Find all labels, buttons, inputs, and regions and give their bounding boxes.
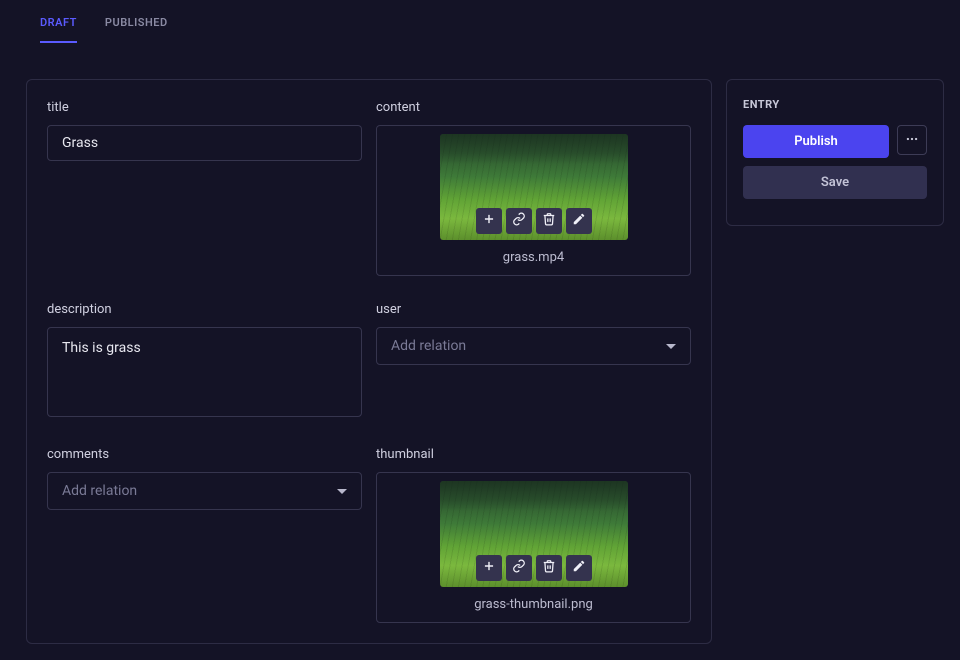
user-relation-select[interactable]: Add relation (376, 327, 691, 365)
trash-icon (542, 212, 556, 230)
pencil-icon (572, 212, 586, 230)
comments-relation-select[interactable]: Add relation (47, 472, 362, 510)
user-label: user (376, 302, 691, 317)
more-actions-button[interactable] (897, 125, 927, 155)
publish-button[interactable]: Publish (743, 125, 889, 158)
link-icon (512, 559, 526, 577)
field-description: description (47, 302, 362, 421)
field-user: user Add relation (376, 302, 691, 421)
main-panel: title content (26, 79, 712, 644)
content-edit-button[interactable] (566, 208, 592, 234)
user-relation-placeholder: Add relation (391, 338, 466, 354)
thumbnail-media-actions (476, 555, 592, 581)
link-icon (512, 212, 526, 230)
thumbnail-filename: grass-thumbnail.png (474, 597, 593, 612)
tab-published[interactable]: PUBLISHED (105, 16, 168, 43)
thumbnail-label: thumbnail (376, 447, 691, 462)
trash-icon (542, 559, 556, 577)
description-label: description (47, 302, 362, 317)
tabs-bar: DRAFT PUBLISHED (0, 0, 960, 43)
content-add-button[interactable] (476, 208, 502, 234)
field-title: title (47, 100, 362, 276)
tab-draft[interactable]: DRAFT (40, 16, 77, 43)
chevron-down-icon (337, 489, 347, 494)
content-link-button[interactable] (506, 208, 532, 234)
thumbnail-edit-button[interactable] (566, 555, 592, 581)
content-media-preview (440, 134, 628, 240)
entry-heading: ENTRY (743, 98, 927, 111)
title-input[interactable] (47, 125, 362, 161)
plus-icon (482, 559, 496, 577)
save-button[interactable]: Save (743, 166, 927, 199)
content-delete-button[interactable] (536, 208, 562, 234)
comments-relation-placeholder: Add relation (62, 483, 137, 499)
title-label: title (47, 100, 362, 115)
side-panel: ENTRY Publish Save (726, 79, 944, 226)
ellipsis-icon (905, 131, 919, 150)
content-filename: grass.mp4 (503, 250, 564, 265)
description-input[interactable] (47, 327, 362, 417)
content-media-actions (476, 208, 592, 234)
field-comments: comments Add relation (47, 447, 362, 623)
content-media-box: grass.mp4 (376, 125, 691, 276)
thumbnail-media-box: grass-thumbnail.png (376, 472, 691, 623)
plus-icon (482, 212, 496, 230)
thumbnail-add-button[interactable] (476, 555, 502, 581)
content-label: content (376, 100, 691, 115)
field-thumbnail: thumbnail (376, 447, 691, 623)
field-content: content (376, 100, 691, 276)
thumbnail-delete-button[interactable] (536, 555, 562, 581)
thumbnail-link-button[interactable] (506, 555, 532, 581)
comments-label: comments (47, 447, 362, 462)
pencil-icon (572, 559, 586, 577)
chevron-down-icon (666, 344, 676, 349)
thumbnail-media-preview (440, 481, 628, 587)
